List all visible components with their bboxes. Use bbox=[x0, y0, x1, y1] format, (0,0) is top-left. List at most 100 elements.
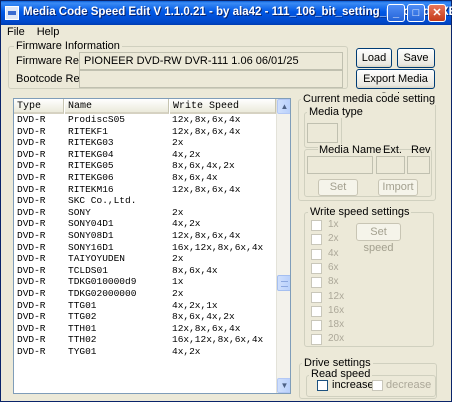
increase-checkbox[interactable] bbox=[317, 380, 328, 391]
media-type-field bbox=[307, 123, 338, 143]
table-row[interactable]: DVD-R TDKG02000000 2x bbox=[14, 288, 276, 300]
media-code-table[interactable]: Type Name Write Speed DVD-R ProdiscS05 12x… bbox=[13, 98, 291, 394]
table-row[interactable]: DVD-R RITEKF1 12x,8x,6x,4x bbox=[14, 126, 276, 138]
minimize-button[interactable]: _ bbox=[387, 4, 405, 22]
cell-write-speed: 2x bbox=[172, 206, 184, 218]
scroll-down-arrow-icon[interactable]: ▼ bbox=[277, 378, 290, 393]
table-body: DVD-R ProdiscS05 12x,8x,6x,4x DVD-R RITEKF1 1… bbox=[14, 114, 276, 357]
cell-write-speed: 4x,2x bbox=[172, 345, 201, 357]
cell-name: TTH02 bbox=[68, 334, 97, 346]
cell-type: DVD-R bbox=[17, 345, 46, 357]
column-header-name[interactable]: Name bbox=[65, 99, 169, 114]
table-row[interactable]: DVD-R TTH02 16x,12x,8x,6x,4x bbox=[14, 334, 276, 346]
table-row[interactable]: DVD-R SKC Co.,Ltd. bbox=[14, 195, 276, 207]
ext-label: Ext. bbox=[383, 144, 402, 156]
set-speed-button[interactable]: Set speed bbox=[356, 223, 401, 254]
decrease-checkbox[interactable] bbox=[372, 380, 383, 391]
table-row[interactable]: DVD-R TTG01 4x,2x,1x bbox=[14, 300, 276, 312]
cell-write-speed: 2x bbox=[172, 287, 184, 299]
import-button[interactable]: Import bbox=[378, 179, 418, 196]
table-row[interactable]: DVD-R TCLDS01 8x,6x,4x bbox=[14, 265, 276, 277]
menu-file[interactable]: File bbox=[1, 25, 31, 40]
set-button[interactable]: Set bbox=[318, 179, 358, 196]
write-speed-group-title: Write speed settings bbox=[308, 206, 412, 218]
table-row[interactable]: DVD-R TTH01 12x,8x,6x,4x bbox=[14, 323, 276, 335]
cell-write-speed: 4x,2x,1x bbox=[172, 299, 218, 311]
speed-label-6x: 6x bbox=[328, 261, 339, 273]
cell-name: TTG02 bbox=[68, 311, 97, 323]
firmware-rev-label: Firmware Rev. bbox=[16, 55, 87, 67]
speed-checkbox-1x[interactable] bbox=[311, 220, 322, 231]
cell-name: TTH01 bbox=[68, 322, 97, 334]
cell-name: SKC Co.,Ltd. bbox=[68, 195, 137, 207]
main-window: Media Code Speed Edit V 1.1.0.21 - by al… bbox=[0, 0, 452, 402]
cell-type: DVD-R bbox=[17, 218, 46, 230]
cell-type: DVD-R bbox=[17, 276, 46, 288]
table-row[interactable]: DVD-R SONY04D1 4x,2x bbox=[14, 218, 276, 230]
speed-checkbox-8x[interactable] bbox=[311, 277, 322, 289]
cell-name: RITEKG05 bbox=[68, 160, 114, 172]
table-row[interactable]: DVD-R TTG02 8x,6x,4x,2x bbox=[14, 311, 276, 323]
cell-name: TAIYOYUDEN bbox=[68, 253, 126, 265]
speed-checkbox-16x[interactable] bbox=[311, 305, 322, 317]
cell-name: TDKG010000d9 bbox=[68, 276, 137, 288]
speed-label-1x: 1x bbox=[328, 219, 339, 230]
speed-checkbox-20x[interactable] bbox=[311, 334, 322, 346]
cell-type: DVD-R bbox=[17, 253, 46, 265]
cell-write-speed: 12x,8x,6x,4x bbox=[172, 183, 241, 195]
table-row[interactable]: DVD-R SONY 2x bbox=[14, 207, 276, 219]
menu-help[interactable]: Help bbox=[31, 25, 66, 40]
cell-name: TYG01 bbox=[68, 345, 97, 357]
table-row[interactable]: DVD-R TAIYOYUDEN 2x bbox=[14, 253, 276, 265]
table-row[interactable]: DVD-R RITEKG06 8x,6x,4x bbox=[14, 172, 276, 184]
cell-type: DVD-R bbox=[17, 206, 46, 218]
speed-checkbox-12x[interactable] bbox=[311, 291, 322, 303]
export-media-codes-button[interactable]: Export Media Codes bbox=[356, 69, 435, 103]
cell-name: TDKG02000000 bbox=[68, 287, 137, 299]
media-name-field bbox=[307, 156, 373, 174]
app-icon bbox=[5, 6, 19, 20]
maximize-button[interactable]: □ bbox=[407, 4, 425, 22]
cell-write-speed: 1x bbox=[172, 276, 184, 288]
table-row[interactable]: DVD-R ProdiscS05 12x,8x,6x,4x bbox=[14, 114, 276, 126]
scroll-thumb[interactable] bbox=[277, 275, 290, 291]
cell-write-speed: 2x bbox=[172, 253, 184, 265]
speed-checkbox-4x[interactable] bbox=[311, 248, 322, 260]
speed-label-18x: 18x bbox=[328, 319, 345, 331]
cell-type: DVD-R bbox=[17, 195, 46, 207]
column-header-write-speed[interactable]: Write Speed bbox=[170, 99, 276, 114]
table-header: Type Name Write Speed bbox=[14, 99, 276, 114]
cell-write-speed: 12x,8x,6x,4x bbox=[172, 114, 241, 125]
bootcode-rev-label: Bootcode Rev. bbox=[16, 73, 88, 85]
speed-label-12x: 12x bbox=[328, 290, 345, 302]
table-row[interactable]: DVD-R SONY08D1 12x,8x,6x,4x bbox=[14, 230, 276, 242]
vertical-scrollbar[interactable]: ▲ ▼ bbox=[276, 99, 290, 393]
cell-type: DVD-R bbox=[17, 183, 46, 195]
table-row[interactable]: DVD-R RITEKG04 4x,2x bbox=[14, 149, 276, 161]
title-bar[interactable]: Media Code Speed Edit V 1.1.0.21 - by al… bbox=[1, 1, 452, 25]
speed-label-16x: 16x bbox=[328, 304, 345, 316]
table-row[interactable]: DVD-R RITEKG03 2x bbox=[14, 137, 276, 149]
cell-type: DVD-R bbox=[17, 334, 46, 346]
firmware-rev-field: PIONEER DVD-RW DVR-111 1.06 06/01/25 bbox=[79, 52, 343, 70]
cell-type: DVD-R bbox=[17, 137, 46, 149]
cell-type: DVD-R bbox=[17, 148, 46, 160]
scroll-up-arrow-icon[interactable]: ▲ bbox=[277, 99, 290, 114]
table-row[interactable]: DVD-R SONY16D1 16x,12x,8x,6x,4x bbox=[14, 242, 276, 254]
menu-bar: File Help bbox=[1, 25, 451, 40]
table-row[interactable]: DVD-R TYG01 4x,2x bbox=[14, 346, 276, 358]
close-button[interactable]: ✕ bbox=[428, 4, 446, 22]
save-button[interactable]: Save bbox=[397, 48, 435, 68]
cell-type: DVD-R bbox=[17, 311, 46, 323]
cell-type: DVD-R bbox=[17, 241, 46, 253]
table-row[interactable]: DVD-R RITEKM16 12x,8x,6x,4x bbox=[14, 184, 276, 196]
column-header-type[interactable]: Type bbox=[14, 99, 64, 114]
table-row[interactable]: DVD-R TDKG010000d9 1x bbox=[14, 276, 276, 288]
cell-write-speed: 16x,12x,8x,6x,4x bbox=[172, 334, 264, 346]
load-button[interactable]: Load bbox=[356, 48, 392, 68]
table-row[interactable]: DVD-R RITEKG05 8x,6x,4x,2x bbox=[14, 160, 276, 172]
speed-checkbox-18x[interactable] bbox=[311, 320, 322, 332]
speed-checkbox-6x[interactable] bbox=[311, 262, 322, 274]
cell-type: DVD-R bbox=[17, 287, 46, 299]
speed-checkbox-2x[interactable] bbox=[311, 234, 322, 246]
